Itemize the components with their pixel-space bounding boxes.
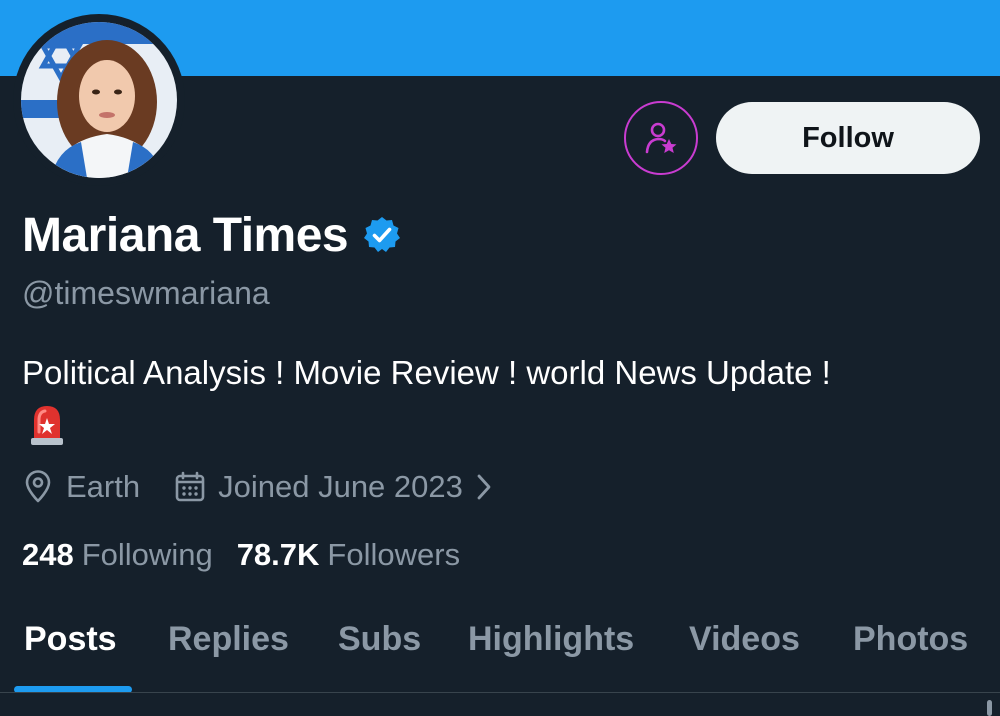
profile-name-row: Mariana Times [22, 205, 402, 265]
user-star-icon [643, 120, 679, 156]
joined-item[interactable]: Joined June 2023 [174, 469, 505, 505]
profile-tabs: Posts Replies Subs Highlights Videos Pho… [0, 600, 1000, 693]
followers-count: 78.7K [236, 537, 320, 572]
tabs-divider [0, 692, 1000, 693]
tab-posts[interactable]: Posts [24, 620, 117, 659]
subscribe-button[interactable] [624, 101, 698, 175]
tab-replies[interactable]: Replies [168, 620, 289, 659]
followers-link[interactable]: 78.7K Followers [237, 537, 460, 573]
tab-highlights[interactable]: Highlights [468, 620, 634, 659]
verified-badge-icon[interactable] [362, 215, 402, 255]
location-pin-icon [22, 470, 66, 504]
avatar[interactable] [21, 22, 177, 178]
location-text: Earth [66, 469, 141, 504]
rotating-light-icon [27, 402, 67, 451]
profile-handle: @timeswmariana [22, 275, 270, 311]
profile-meta: Earth Joined June 2023 [22, 466, 505, 508]
joined-text: Joined June 2023 [218, 469, 463, 504]
chevron-right-icon [475, 472, 505, 502]
profile-stats: 248 Following 78.7K Followers [22, 535, 460, 575]
display-name: Mariana Times [22, 208, 349, 262]
followers-label: Followers [327, 537, 461, 572]
following-label: Following [81, 537, 213, 572]
following-link[interactable]: 248 Following [22, 537, 213, 573]
scrollbar[interactable] [987, 700, 992, 716]
calendar-icon [174, 471, 218, 503]
tab-subs[interactable]: Subs [338, 620, 421, 659]
location-item: Earth [22, 469, 140, 505]
profile-bio: Political Analysis ! Movie Review ! worl… [22, 354, 831, 391]
tab-photos[interactable]: Photos [853, 620, 968, 659]
tab-videos[interactable]: Videos [689, 620, 800, 659]
follow-button[interactable]: Follow [716, 102, 980, 174]
following-count: 248 [22, 537, 74, 572]
